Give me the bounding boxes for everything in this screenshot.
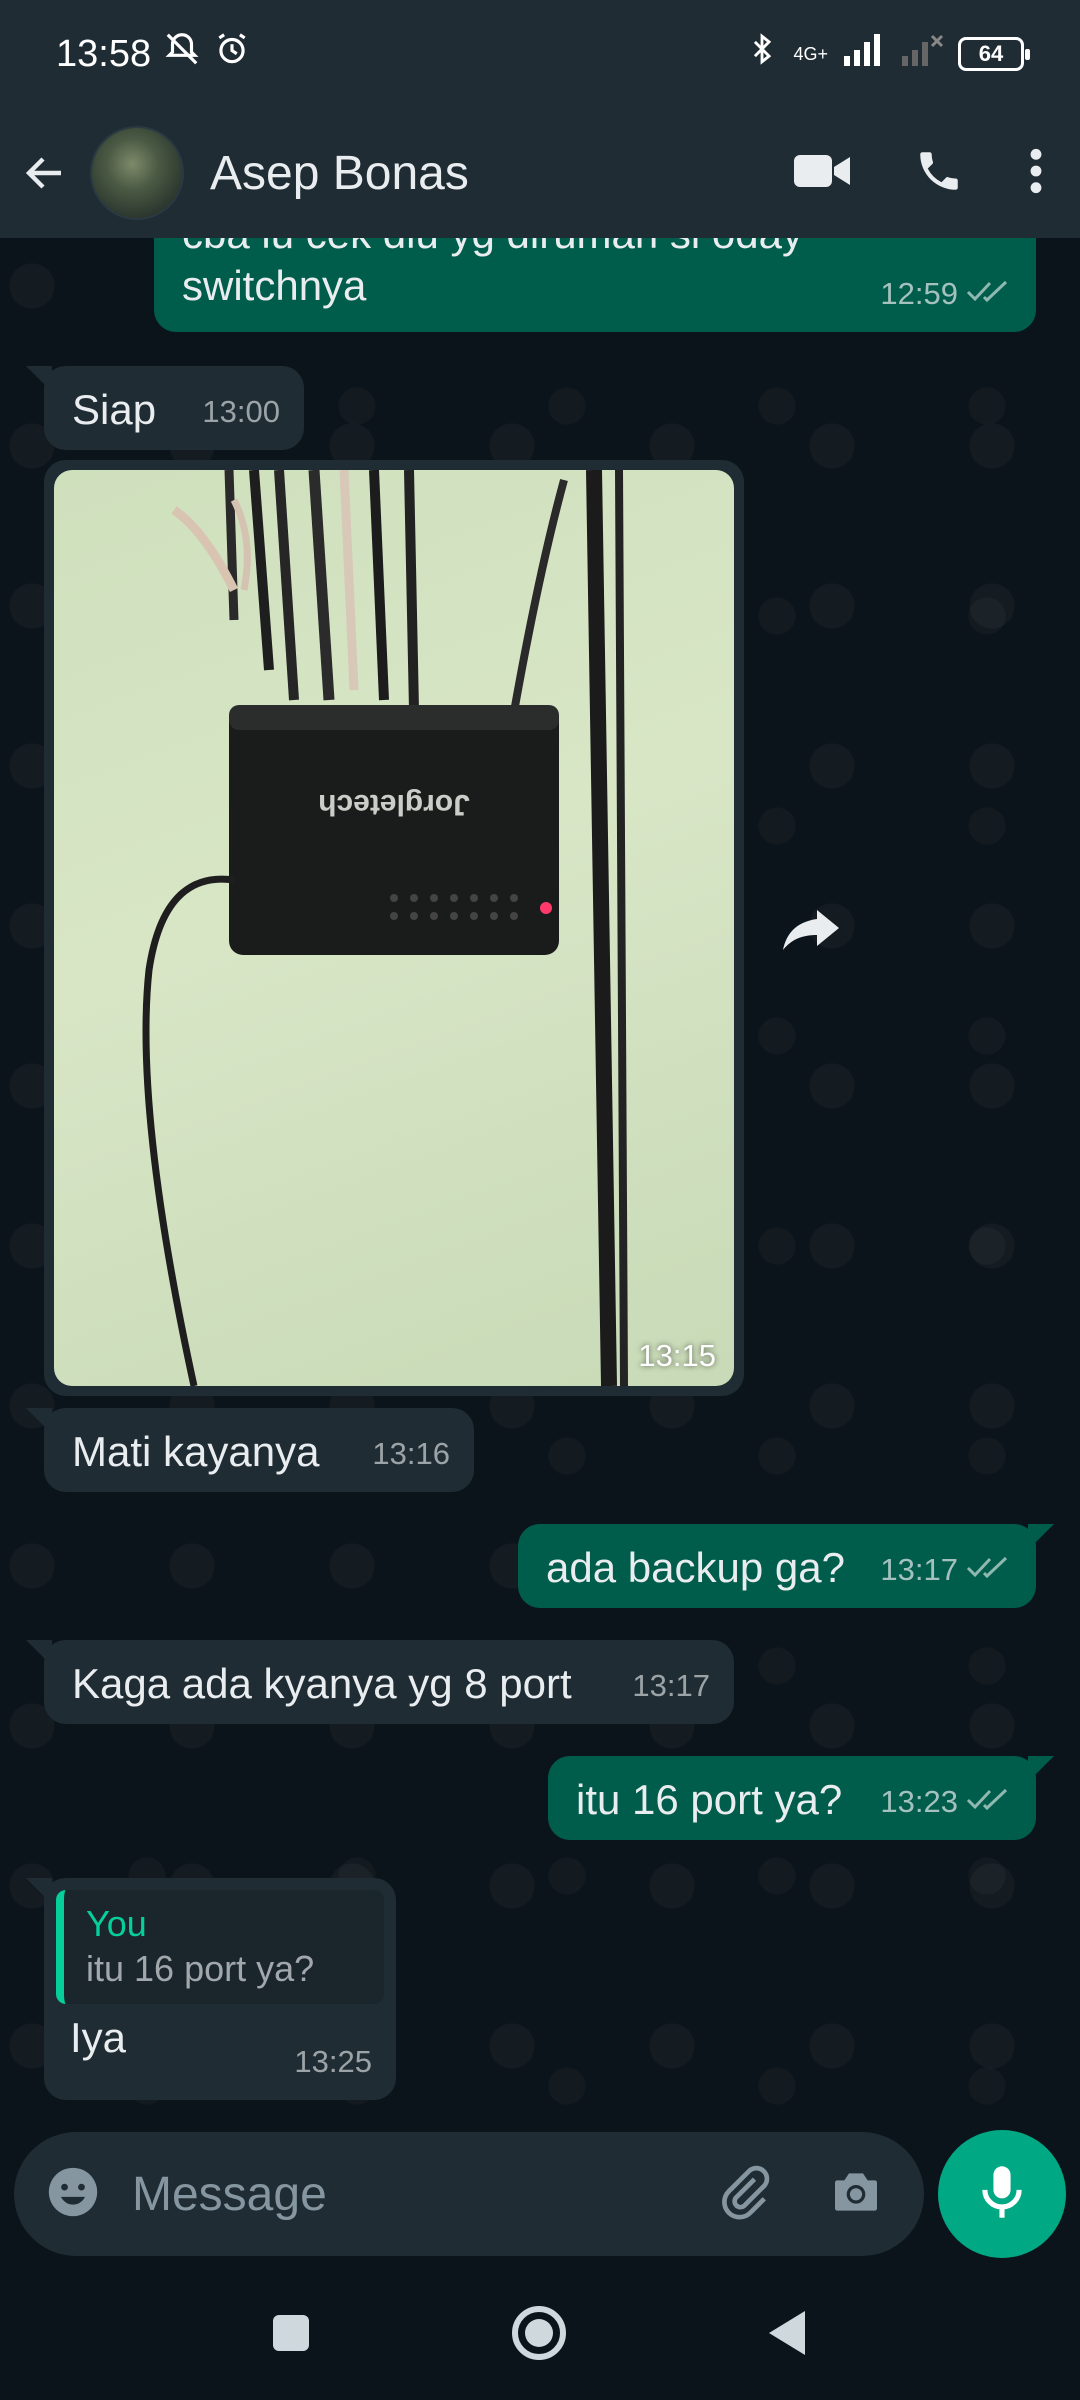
signal-icon	[842, 32, 886, 76]
more-options-icon[interactable]	[1026, 146, 1046, 201]
nav-home-icon[interactable]	[511, 2305, 567, 2366]
message-meta: 13:23	[880, 1776, 1012, 1828]
alarm-icon	[213, 30, 251, 78]
message-meta: 13:25	[294, 2036, 372, 2088]
message-time: 13:25	[294, 2044, 372, 2079]
avatar[interactable]	[90, 126, 184, 220]
message-time: 13:23	[880, 1784, 958, 1819]
message-time: 13:17	[632, 1668, 710, 1703]
read-ticks-icon	[966, 268, 1012, 320]
message-meta: 13:16	[372, 1428, 450, 1480]
signal-weak-icon	[900, 32, 944, 76]
forward-icon[interactable]	[770, 888, 854, 972]
message-outgoing[interactable]: itu 16 port ya? 13:23	[548, 1756, 1054, 1840]
video-call-icon[interactable]	[794, 151, 852, 196]
message-text: itu 16 port ya?	[576, 1776, 843, 1823]
message-time: 13:00	[202, 394, 280, 429]
photo-network-switch[interactable]: Jorgletech 13:15	[54, 470, 734, 1386]
message-meta: 13:00	[202, 386, 280, 438]
message-text: Siap	[72, 386, 157, 433]
quoted-message[interactable]: You itu 16 port ya?	[56, 1890, 384, 2004]
message-meta: 13:17	[880, 1544, 1012, 1596]
message-text: cba lu cek dlu yg dirumah si oday switch…	[182, 238, 803, 309]
message-outgoing[interactable]: cba lu cek dlu yg dirumah si oday switch…	[154, 238, 1036, 332]
message-incoming[interactable]: Mati kayanya 13:16	[26, 1408, 474, 1492]
message-outgoing[interactable]: ada backup ga? 13:17	[518, 1524, 1054, 1608]
quoted-text: itu 16 port ya?	[86, 1948, 315, 1989]
emoji-icon[interactable]	[44, 2163, 102, 2226]
mic-button[interactable]	[938, 2130, 1066, 2258]
message-time: 12:59	[880, 276, 958, 311]
back-arrow-icon[interactable]	[0, 108, 90, 238]
nav-back-icon[interactable]	[767, 2309, 809, 2362]
bluetooth-icon	[745, 30, 779, 78]
status-bar: 13:58 4G+ 64	[0, 0, 1080, 108]
message-text: Mati kayanya	[72, 1428, 320, 1475]
mic-icon	[976, 2162, 1028, 2227]
message-input[interactable]: Message	[132, 2167, 716, 2222]
image-message[interactable]: Jorgletech 13:15	[44, 460, 744, 1396]
quoted-author: You	[86, 1903, 147, 1944]
message-text: ada backup ga?	[546, 1544, 845, 1591]
message-text: Kaga ada kyanya yg 8 port	[72, 1660, 572, 1707]
chat-area[interactable]: cba lu cek dlu yg dirumah si oday switch…	[0, 238, 1080, 2130]
message-time: 13:17	[880, 1552, 958, 1587]
message-incoming[interactable]: Kaga ada kyanya yg 8 port 13:17	[26, 1640, 734, 1724]
battery-indicator: 64	[958, 37, 1030, 71]
nav-recents-icon[interactable]	[271, 2313, 311, 2358]
system-nav-bar	[0, 2270, 1080, 2400]
message-meta: 12:59	[880, 268, 1012, 320]
read-ticks-icon	[966, 1776, 1012, 1828]
message-time: 13:15	[638, 1338, 716, 1373]
message-incoming[interactable]: Siap 13:00	[26, 366, 304, 450]
message-incoming-reply[interactable]: You itu 16 port ya? Iya 13:25	[26, 1878, 396, 2100]
status-time: 13:58	[56, 32, 152, 75]
message-time: 13:16	[372, 1436, 450, 1471]
network-type: 4G+	[793, 44, 828, 64]
message-meta: 13:17	[632, 1660, 710, 1712]
camera-icon[interactable]	[828, 2164, 884, 2225]
chat-header: Asep Bonas	[0, 108, 1080, 238]
voice-call-icon[interactable]	[914, 146, 964, 201]
whatsapp-chat-screen: 13:58 4G+ 64 Asep Bonas switchnya 12:59 …	[0, 0, 1080, 2400]
silent-bell-icon	[163, 30, 201, 78]
attach-icon[interactable]	[716, 2164, 772, 2225]
contact-name[interactable]: Asep Bonas	[210, 146, 794, 201]
switch-brand-label: Jorgletech	[318, 788, 470, 821]
message-composer[interactable]: Message	[14, 2132, 924, 2256]
read-ticks-icon	[966, 1544, 1012, 1596]
